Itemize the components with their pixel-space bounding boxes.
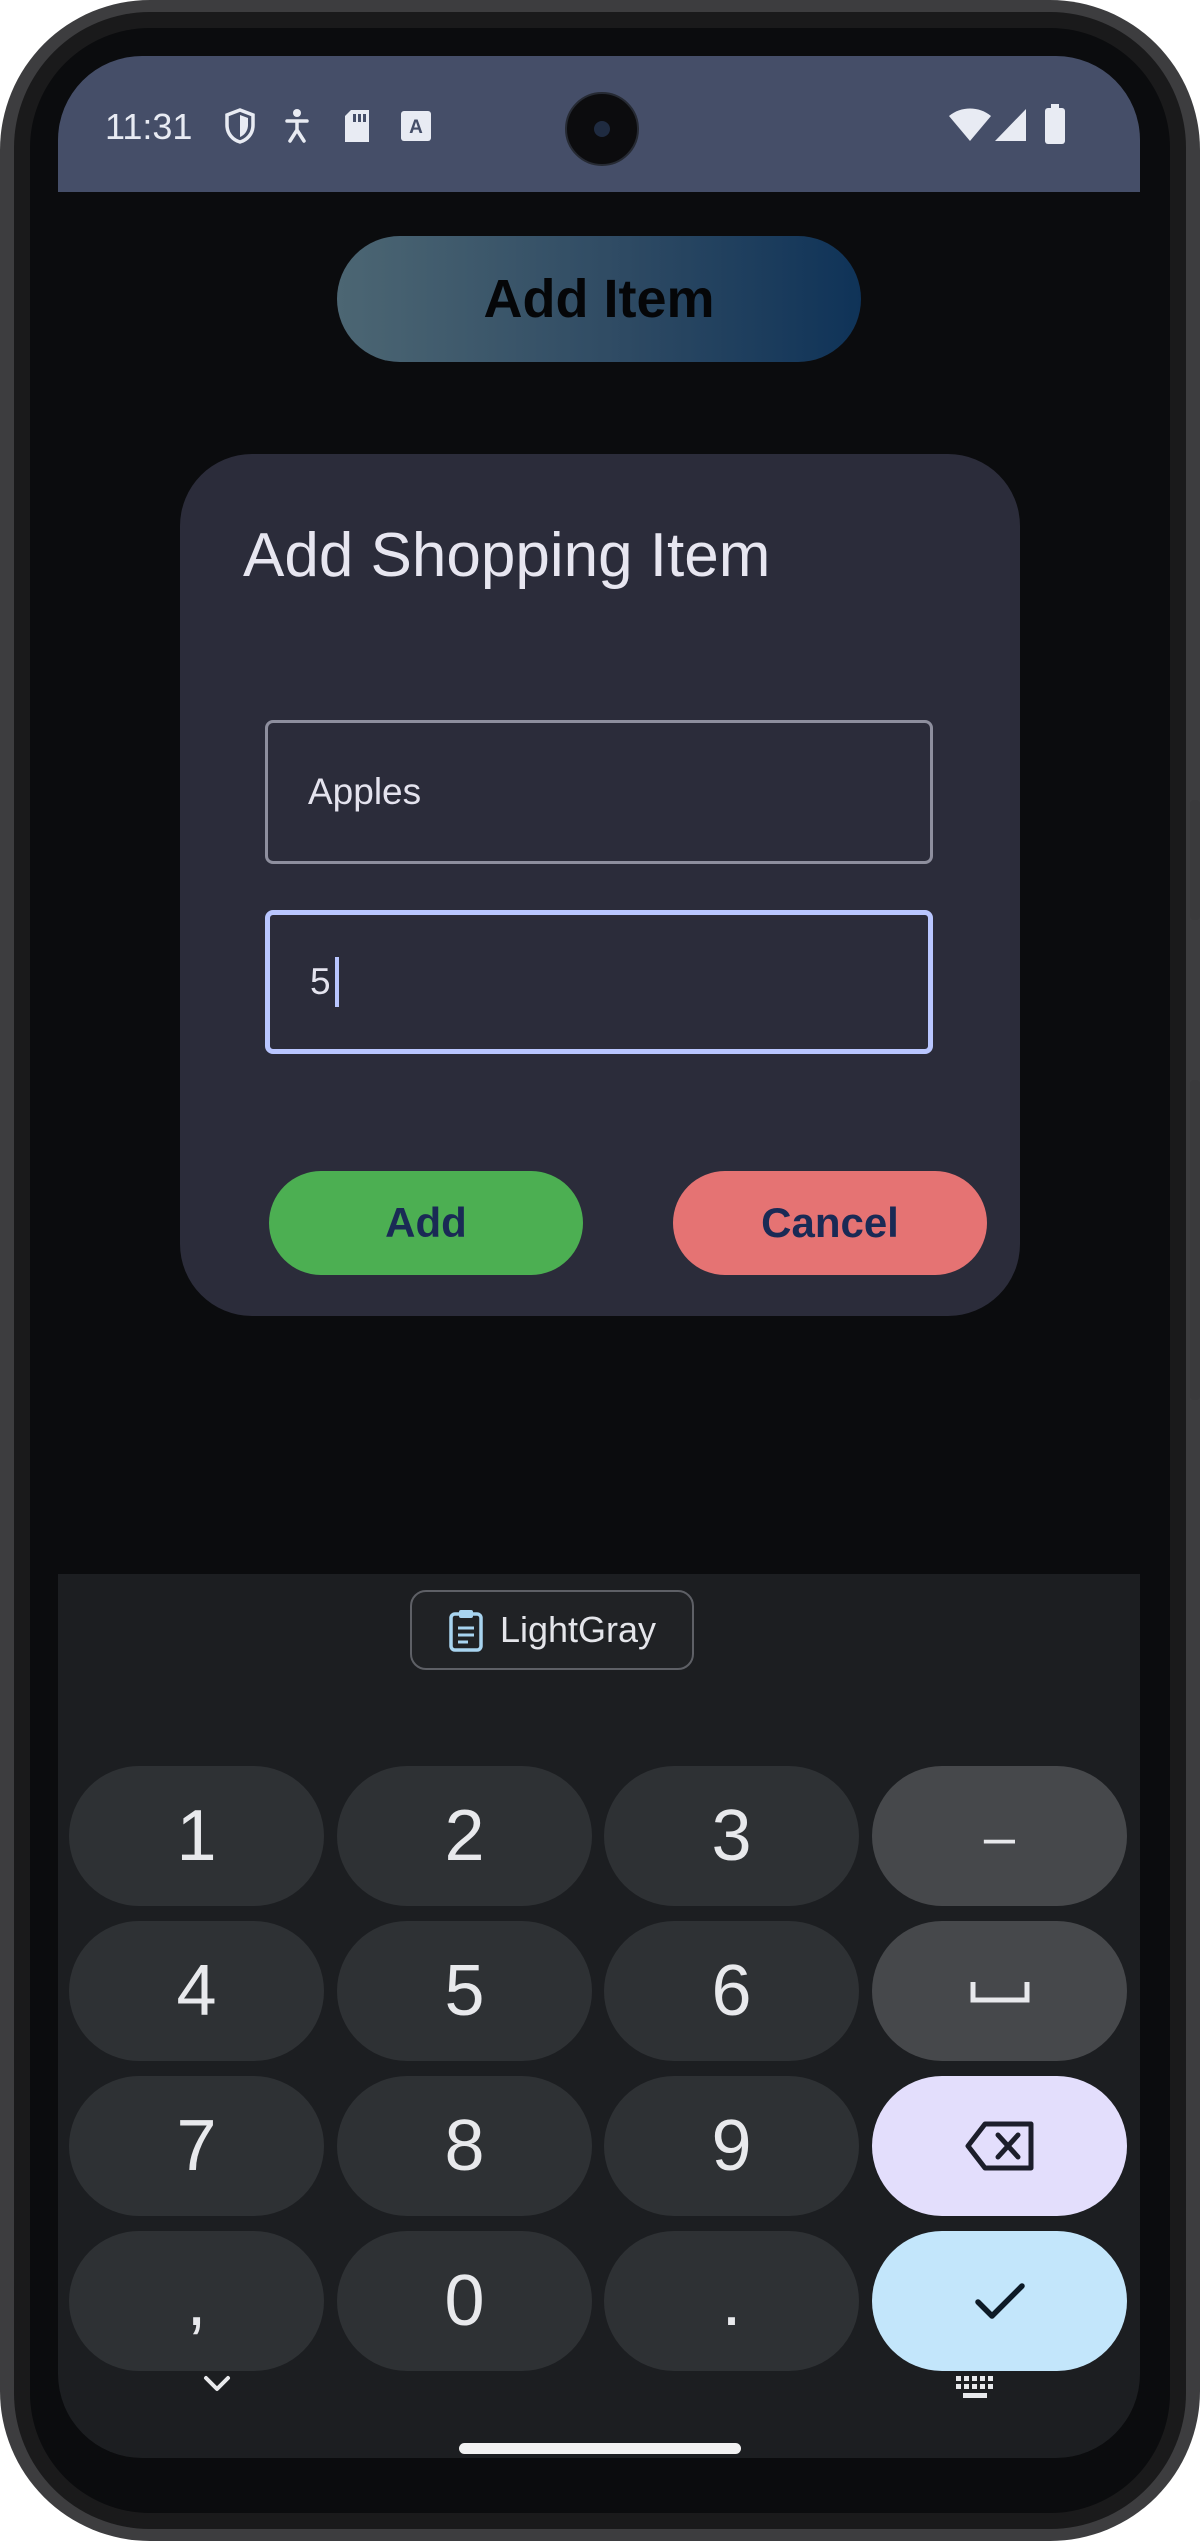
key-backspace[interactable] [872, 2076, 1127, 2216]
camera-lens [594, 121, 610, 137]
add-button[interactable]: Add [269, 1171, 583, 1275]
key-7-label: 7 [176, 2106, 217, 2186]
key-6-label: 6 [711, 1951, 752, 2031]
item-name-value: Apples [308, 771, 422, 812]
power-button [1190, 800, 1200, 920]
key-2[interactable]: 2 [337, 1766, 592, 1906]
cellular-signal-icon [995, 109, 1026, 141]
font-icon: A [401, 111, 431, 141]
key-1[interactable]: 1 [69, 1766, 324, 1906]
volume-button [1190, 1080, 1200, 1400]
dialog-title: Add Shopping Item [243, 521, 771, 590]
sd-card-icon [345, 110, 369, 142]
quantity-field[interactable]: 5 [265, 910, 933, 1054]
key-space[interactable] [872, 1921, 1127, 2061]
key-7[interactable]: 7 [69, 2076, 324, 2216]
quantity-value: 5 [310, 961, 331, 1002]
item-name-field[interactable]: Apples [265, 720, 933, 864]
keyboard-switch-icon[interactable] [954, 2374, 996, 2400]
key-period-label: . [721, 2261, 742, 2341]
key-0-label: 0 [444, 2261, 485, 2341]
key-4-label: 4 [176, 1951, 217, 2031]
key-6[interactable]: 6 [604, 1921, 859, 2061]
key-minus[interactable]: – [872, 1766, 1127, 1906]
key-8-label: 8 [444, 2106, 485, 2186]
cancel-button[interactable]: Cancel [673, 1171, 987, 1275]
clipboard-suggestion-chip[interactable]: LightGray [410, 1590, 694, 1670]
svg-text:A: A [409, 117, 423, 138]
clipboard-icon [449, 1610, 483, 1652]
key-5[interactable]: 5 [337, 1921, 592, 2061]
key-comma-label: , [186, 2261, 207, 2341]
numeric-keyboard: LightGray 1 2 3 – 4 5 6 7 8 9 , 0 . [58, 1574, 1140, 2458]
key-5-label: 5 [444, 1951, 485, 2031]
space-icon [970, 1982, 1029, 2003]
status-bar: 11:31 A [58, 56, 1140, 192]
hide-keyboard-icon[interactable] [202, 2374, 232, 2394]
key-3[interactable]: 3 [604, 1766, 859, 1906]
battery-icon [1045, 104, 1065, 144]
key-1-label: 1 [176, 1796, 217, 1876]
key-comma[interactable]: , [69, 2231, 324, 2371]
key-done[interactable] [872, 2231, 1127, 2371]
wifi-icon [949, 108, 991, 141]
add-item-dialog: Add Shopping Item Apples 5 Add Cancel [180, 454, 1020, 1316]
status-time: 11:31 [105, 106, 193, 147]
shield-icon [225, 108, 255, 144]
add-item-button[interactable]: Add Item [337, 236, 861, 362]
home-indicator[interactable] [459, 2443, 741, 2454]
checkmark-icon [974, 2283, 1025, 2319]
key-2-label: 2 [444, 1796, 485, 1876]
key-8[interactable]: 8 [337, 2076, 592, 2216]
key-0[interactable]: 0 [337, 2231, 592, 2371]
front-camera [565, 92, 639, 166]
text-cursor [334, 957, 339, 1007]
clipboard-suggestion-text: LightGray [499, 1609, 657, 1650]
key-4[interactable]: 4 [69, 1921, 324, 2061]
key-minus-label: – [983, 1804, 1016, 1868]
accessibility-icon [285, 109, 309, 143]
key-period[interactable]: . [604, 2231, 859, 2371]
backspace-icon [965, 2121, 1033, 2171]
key-9[interactable]: 9 [604, 2076, 859, 2216]
device-screen: 11:31 A Add Item Add Shopping Item Apple… [58, 56, 1140, 2458]
key-3-label: 3 [711, 1796, 752, 1876]
key-9-label: 9 [711, 2106, 752, 2186]
